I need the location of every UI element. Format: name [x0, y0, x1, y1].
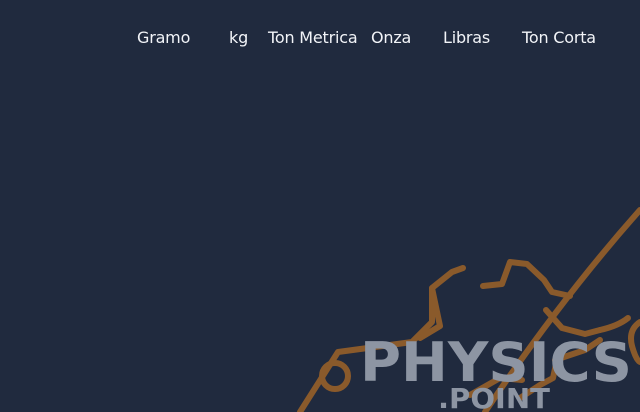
- page: Gramo kg Ton Metrica Onza Libras Ton Cor…: [0, 0, 640, 412]
- logo-subtitle: .POINT: [438, 382, 550, 412]
- physics-point-logo: PHYSICS .POINT: [297, 207, 640, 412]
